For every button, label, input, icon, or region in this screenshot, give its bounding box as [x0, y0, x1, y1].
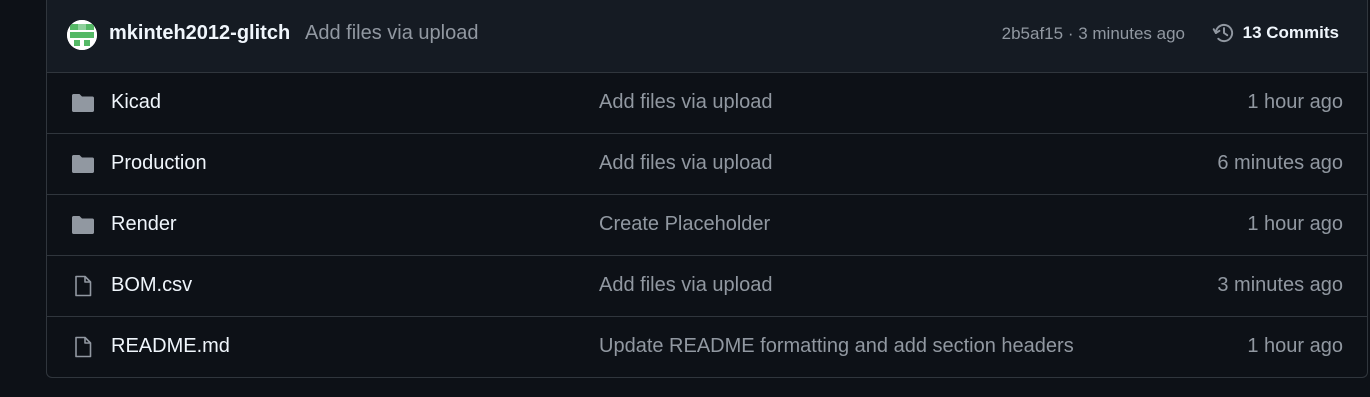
commit-time: 3 minutes ago: [1078, 24, 1185, 43]
folder-icon: [71, 91, 95, 115]
file-commit-message-link[interactable]: Add files via upload: [599, 91, 772, 114]
commit-meta: 2b5af15 · 3 minutes ago: [1002, 24, 1185, 44]
commit-author-link[interactable]: mkinteh2012-glitch: [109, 22, 290, 45]
file-name-link[interactable]: Production: [111, 152, 207, 175]
file-commit-time: 1 hour ago: [1247, 335, 1343, 357]
file-row-bom-csv[interactable]: BOM.csv Add files via upload 3 minutes a…: [47, 256, 1367, 317]
commits-history-link[interactable]: 13 Commits: [1211, 20, 1339, 46]
folder-icon: [71, 213, 95, 237]
file-commit-message-link[interactable]: Add files via upload: [599, 274, 772, 297]
commit-sha-link[interactable]: 2b5af15: [1002, 24, 1063, 43]
file-name-link[interactable]: Render: [111, 213, 177, 236]
latest-commit-message-link[interactable]: Add files via upload: [305, 22, 478, 45]
folder-icon: [71, 152, 95, 176]
history-icon: [1212, 23, 1233, 43]
file-name-link[interactable]: README.md: [111, 335, 230, 358]
file-row-readme[interactable]: README.md Update README formatting and a…: [47, 317, 1367, 377]
identicon-icon: [67, 20, 97, 50]
file-commit-message-link[interactable]: Create Placeholder: [599, 213, 770, 236]
file-commit-time: 1 hour ago: [1247, 91, 1343, 113]
file-commit-time: 1 hour ago: [1247, 213, 1343, 235]
commits-count-label: 13 Commits: [1242, 23, 1339, 42]
file-name-link[interactable]: Kicad: [111, 91, 161, 114]
file-commit-time: 3 minutes ago: [1217, 274, 1343, 296]
file-icon: [71, 274, 95, 298]
meta-separator: ·: [1063, 24, 1079, 43]
file-row-production[interactable]: Production Add files via upload 6 minute…: [47, 134, 1367, 195]
file-row-render[interactable]: Render Create Placeholder 1 hour ago: [47, 195, 1367, 256]
file-name-link[interactable]: BOM.csv: [111, 274, 192, 297]
file-icon: [71, 335, 95, 359]
file-commit-message-link[interactable]: Update README formatting and add section…: [599, 335, 1074, 358]
file-row-kicad[interactable]: Kicad Add files via upload 1 hour ago: [47, 73, 1367, 134]
file-commit-message-link[interactable]: Add files via upload: [599, 152, 772, 175]
avatar[interactable]: [67, 20, 97, 50]
file-commit-time: 6 minutes ago: [1217, 152, 1343, 174]
file-browser-table: mkinteh2012-glitch Add files via upload …: [46, 0, 1368, 378]
latest-commit-header: mkinteh2012-glitch Add files via upload …: [47, 0, 1367, 73]
